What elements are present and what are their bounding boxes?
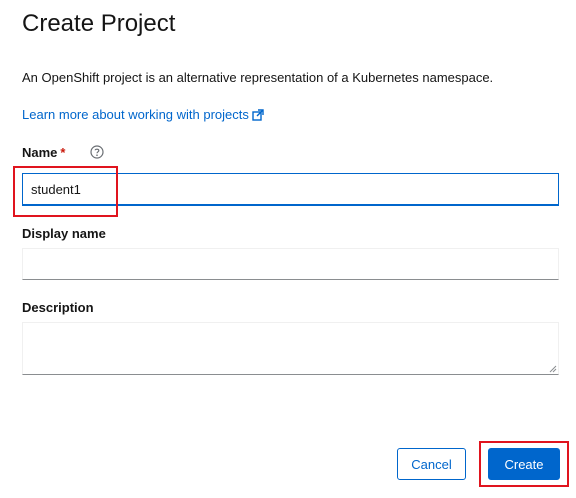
external-link-icon — [252, 108, 264, 121]
required-marker: * — [60, 145, 66, 160]
create-button[interactable]: Create — [488, 448, 560, 480]
dialog-description: An OpenShift project is an alternative r… — [22, 70, 494, 85]
resize-grip-icon[interactable] — [549, 365, 557, 373]
name-label: Name * — [22, 145, 65, 160]
display-name-input[interactable] — [22, 248, 559, 280]
dialog-title: Create Project — [22, 10, 176, 37]
description-textarea[interactable] — [22, 322, 559, 375]
cancel-button[interactable]: Cancel — [397, 448, 466, 480]
description-label: Description — [22, 300, 94, 315]
learn-more-label: Learn more about working with projects — [22, 107, 249, 122]
learn-more-link[interactable]: Learn more about working with projects — [22, 107, 264, 122]
name-input[interactable] — [22, 173, 559, 206]
help-circle-icon[interactable] — [90, 145, 104, 159]
name-label-text: Name — [22, 145, 58, 160]
display-name-label: Display name — [22, 226, 106, 241]
